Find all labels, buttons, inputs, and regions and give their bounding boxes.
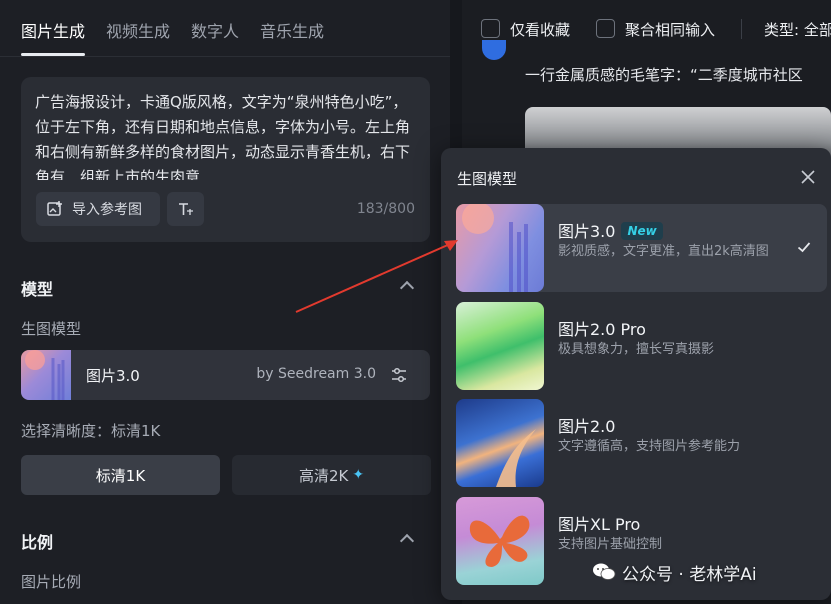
image-add-icon — [47, 201, 62, 216]
model-option-thumbnail — [456, 302, 544, 390]
tab-music-gen[interactable]: 音乐生成 — [260, 18, 324, 42]
left-panel: 图片生成 视频生成 数字人 音乐生成 广告海报设计，卡通Q版风格，文字为“泉州特… — [0, 0, 450, 604]
model-option-name: 图片3.0 New — [558, 218, 663, 242]
model-thumbnail — [21, 350, 71, 400]
popup-title: 生图模型 — [457, 170, 518, 188]
model-option-thumbnail — [456, 497, 544, 585]
resolution-2k-label: 高清2K — [298, 466, 349, 485]
watermark: 公众号 · 老林学Ai — [592, 560, 757, 585]
type-filter[interactable]: 类型: 全部 — [764, 19, 831, 40]
model-option-name: 图片2.0 — [558, 417, 616, 436]
model-option-desc: 文字遵循高，支持图片参考能力 — [558, 439, 741, 454]
tab-video-gen[interactable]: 视频生成 — [106, 18, 170, 42]
import-reference-button[interactable]: 导入参考图 — [36, 192, 160, 226]
model-sub-label: 生图模型 — [21, 320, 82, 338]
resolution-label: 选择清晰度：标清1K — [21, 422, 161, 440]
active-tab-indicator — [21, 53, 85, 56]
prompt-textarea[interactable]: 广告海报设计，卡通Q版风格，文字为“泉州特色小吃”，位于左下角，还有日期和地点信… — [35, 90, 410, 180]
model-option-thumbnail — [456, 204, 544, 292]
sparkle-icon: ✦ — [352, 467, 365, 483]
model-option-desc: 支持图片基础控制 — [558, 537, 663, 552]
import-reference-label: 导入参考图 — [72, 202, 142, 218]
aggregate-label: 聚合相同输入 — [625, 21, 716, 39]
text-format-icon — [178, 203, 193, 215]
model-section-title: 模型 — [21, 280, 54, 299]
favorites-only-label: 仅看收藏 — [510, 21, 571, 39]
tab-digital-human[interactable]: 数字人 — [191, 18, 239, 42]
ratio-sub-label: 图片比例 — [21, 573, 82, 591]
watermark-text: 公众号 · 老林学Ai — [622, 564, 757, 585]
model-option-name: 图片XL Pro — [558, 515, 641, 534]
model-option-image-2-pro[interactable]: 图片2.0 Pro 极具想象力，擅长写真摄影 — [456, 302, 827, 390]
prompt-box[interactable]: 广告海报设计，卡通Q版风格，文字为“泉州特色小吃”，位于左下角，还有日期和地点信… — [21, 77, 430, 242]
ratio-section-title: 比例 — [21, 533, 54, 552]
chevron-up-icon[interactable] — [399, 533, 415, 549]
resolution-1k-label: 标清1K — [95, 466, 146, 485]
char-counter: 183/800 — [356, 201, 415, 217]
favorites-checkbox[interactable] — [481, 19, 500, 38]
result-prompt-text: 一行金属质感的毛笔字：“二季度城市社区 — [525, 66, 803, 84]
resolution-1k-button[interactable]: 标清1K — [21, 455, 220, 495]
wechat-icon — [593, 563, 616, 580]
model-provider: by Seedream 3.0 — [256, 366, 376, 382]
model-picker-popup: 生图模型 图片3.0 New 影视质感，文字更准，直出2k高清图 图片2.0 Pr… — [441, 148, 831, 600]
settings-sliders-icon[interactable] — [390, 366, 408, 384]
model-option-thumbnail — [456, 399, 544, 487]
close-icon[interactable] — [799, 168, 817, 186]
divider — [741, 19, 742, 39]
text-style-button[interactable] — [167, 192, 204, 226]
model-selector[interactable]: 图片3.0 by Seedream 3.0 — [21, 350, 430, 400]
model-option-image-2[interactable]: 图片2.0 文字遵循高，支持图片参考能力 — [456, 399, 827, 487]
model-option-name: 图片2.0 Pro — [558, 320, 646, 339]
tab-image-gen[interactable]: 图片生成 — [21, 18, 85, 42]
new-badge: New — [621, 222, 663, 240]
resolution-2k-button[interactable]: 高清2K ✦ — [232, 455, 431, 495]
model-name: 图片3.0 — [86, 367, 140, 385]
chevron-up-icon[interactable] — [399, 280, 415, 296]
tab-bar: 图片生成 视频生成 数字人 音乐生成 — [0, 0, 450, 57]
model-option-desc: 影视质感，文字更准，直出2k高清图 — [558, 244, 769, 259]
model-option-desc: 极具想象力，擅长写真摄影 — [558, 342, 715, 357]
check-icon — [797, 242, 811, 253]
model-option-image-3[interactable]: 图片3.0 New 影视质感，文字更准，直出2k高清图 — [456, 204, 827, 292]
aggregate-checkbox[interactable] — [596, 19, 615, 38]
